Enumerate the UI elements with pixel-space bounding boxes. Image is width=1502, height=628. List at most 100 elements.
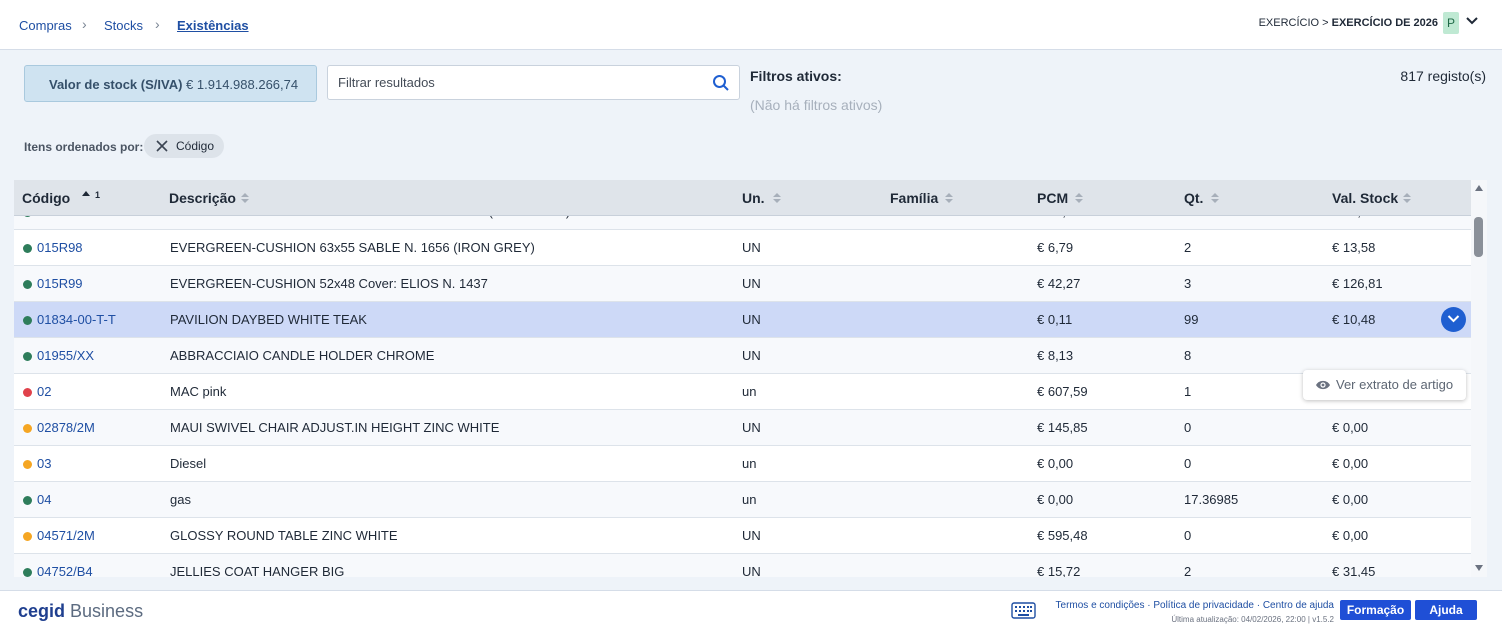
cell-un: UN [742,216,761,230]
cell-code[interactable]: 04752/B4 [37,554,93,577]
table-row[interactable]: 04 gas un € 0,00 17.36985 € 0,00 [14,482,1471,518]
cell-code[interactable]: 03 [37,446,51,482]
cell-val: € 0,00 [1332,528,1369,543]
chevron-down-icon [1447,315,1460,323]
cell-qt: 0 [1184,456,1192,471]
cell-un: UN [742,420,761,435]
cell-code[interactable]: 01834-00-T-T [37,302,116,338]
column-header-label: Descrição [169,190,236,206]
table-header: Código 1 Descrição Un. Família PCM Qt. V… [14,180,1471,216]
scroll-up-icon[interactable] [1475,185,1483,191]
cell-qt: 0 [1184,528,1192,543]
cell-un: un [742,492,757,507]
cell-code[interactable]: 015R99 [37,266,83,302]
breadcrumb-separator-icon: › [155,16,160,32]
breadcrumb-stocks[interactable]: Stocks [104,18,143,33]
help-button[interactable]: Ajuda [1415,600,1477,620]
table-row[interactable]: 01955/XX ABBRACCIAIO CANDLE HOLDER CHROME… [14,338,1471,374]
column-header-val-stock[interactable]: Val. Stock [1332,180,1398,216]
scroll-down-icon[interactable] [1475,565,1483,571]
cell-pcm: € 0,00 [1037,492,1074,507]
stock-table: Código 1 Descrição Un. Família PCM Qt. V… [14,180,1487,577]
cell-code[interactable]: 01955/XX [37,338,94,374]
table-row[interactable]: 02878/2M MAUI SWIVEL CHAIR ADJUST.IN HEIG… [14,410,1471,446]
column-header-label: PCM [1037,190,1069,206]
sort-ascending-icon [82,191,90,196]
table-row[interactable]: 015R95 EVERGREEN-SOFA 2 N. 1656 ARMS SABL… [14,216,1471,230]
row-actions-menu[interactable]: Ver extrato de artigo [1303,370,1466,400]
sort-icon [1075,193,1083,203]
cell-qt: 2 [1184,240,1192,255]
cell-val: € 13,58 [1332,240,1376,255]
table-body: 015R95 EVERGREEN-SOFA 2 N. 1656 ARMS SABL… [14,216,1471,577]
table-row[interactable]: 01834-00-T-T PAVILION DAYBED WHITE TEAK UN… [14,302,1471,338]
search-input[interactable] [338,66,698,99]
cell-val: € 31,45 [1332,564,1376,577]
column-header-label: Val. Stock [1332,190,1399,206]
cegid-logo: cegid Business [18,601,143,622]
active-filters-empty: (Não há filtros ativos) [750,97,883,113]
cell-val: € 0,00 [1332,492,1369,507]
cell-code[interactable]: 02 [37,374,51,410]
table-row[interactable]: 02MAC pinkun€ 607,591€ 607,59 [14,374,1471,410]
cell-pcm: € 8,13 [1037,348,1074,363]
cell-qt: 1 [1184,384,1192,399]
column-header-pcm[interactable]: PCM [1037,180,1068,216]
table-row[interactable]: 015R99 EVERGREEN-CUSHION 52x48 Cover: ELI… [14,266,1471,302]
breadcrumb-compras[interactable]: Compras [19,18,72,33]
cell-code[interactable]: 015R95 [37,216,83,230]
sort-chip-label: Código [176,139,215,153]
chevron-down-icon[interactable] [1465,14,1479,28]
table-row[interactable]: 04752/B4 JELLIES COAT HANGER BIG UN € 15,72… [14,554,1471,577]
stock-value-box: Valor de stock (S/IVA) € 1.914.988.266,7… [24,65,317,102]
cell-desc: GLOSSY ROUND TABLE ZINC WHITE [170,528,398,543]
sort-chip[interactable]: Código [144,134,224,158]
column-header-descricao[interactable]: Descrição [169,180,236,216]
column-header-codigo[interactable]: Código 1 [22,180,100,216]
cell-desc: EVERGREEN-CUSHION 63x55 SABLE N. 1656 (I… [170,240,535,255]
cell-qt: 1 [1184,216,1191,230]
last-updated: Última atualização: 04/02/2026, 22:00 | … [1171,615,1334,624]
column-header-label: Un. [742,190,765,206]
logo-brand: cegid [18,601,66,621]
exercise-selector[interactable]: EXERCÍCIO > EXERCÍCIO DE 2026 [1259,17,1438,29]
status-dot-icon [23,388,32,397]
vertical-scrollbar[interactable] [1471,180,1487,577]
cell-pcm: € 0,00 [1037,456,1074,471]
breadcrumb-current[interactable]: Existências [177,18,249,33]
row-actions-button[interactable] [1441,307,1466,332]
cell-pcm: € 0,11 [1037,312,1073,327]
cell-un: un [742,384,757,399]
cell-desc: MAC pink [170,384,227,399]
profile-badge[interactable]: P [1443,12,1459,34]
cell-desc: EVERGREEN-SOFA 2 N. 1656 ARMS SABLE N. 1… [170,216,570,230]
cell-pcm: € 6,79 [1037,240,1074,255]
status-dot-icon [23,316,32,325]
keyboard-icon[interactable] [1011,602,1036,619]
sort-order-number: 1 [95,190,101,200]
stock-value-amount: € 1.914.988.266,74 [186,77,299,92]
exercise-value: EXERCÍCIO DE 2026 [1331,17,1438,29]
cell-code[interactable]: 015R98 [37,230,83,266]
search-box[interactable] [327,65,740,100]
footer-links[interactable]: Termos e condições · Política de privaci… [1056,600,1334,611]
table-row[interactable]: 015R98 EVERGREEN-CUSHION 63x55 SABLE N. 1… [14,230,1471,266]
scrollbar-thumb[interactable] [1474,217,1483,257]
search-icon[interactable] [712,74,730,92]
table-row[interactable]: 04571/2M GLOSSY ROUND TABLE ZINC WHITE UN €… [14,518,1471,554]
column-header-un[interactable]: Un. [742,180,765,216]
column-header-familia[interactable]: Família [890,180,938,216]
status-dot-icon [23,244,32,253]
column-header-qt[interactable]: Qt. [1184,180,1203,216]
close-icon[interactable] [155,139,169,153]
status-dot-icon [23,280,32,289]
training-button[interactable]: Formação [1340,600,1411,620]
status-dot-icon [23,532,32,541]
menu-item-ver-extrato[interactable]: Ver extrato de artigo [1336,370,1453,400]
sort-icon [1403,193,1411,203]
cell-code[interactable]: 04571/2M [37,518,95,554]
cell-code[interactable]: 04 [37,482,51,518]
cell-code[interactable]: 02878/2M [37,410,95,446]
sort-icon [945,193,953,203]
table-row[interactable]: 03 Diesel un € 0,00 0 € 0,00 [14,446,1471,482]
